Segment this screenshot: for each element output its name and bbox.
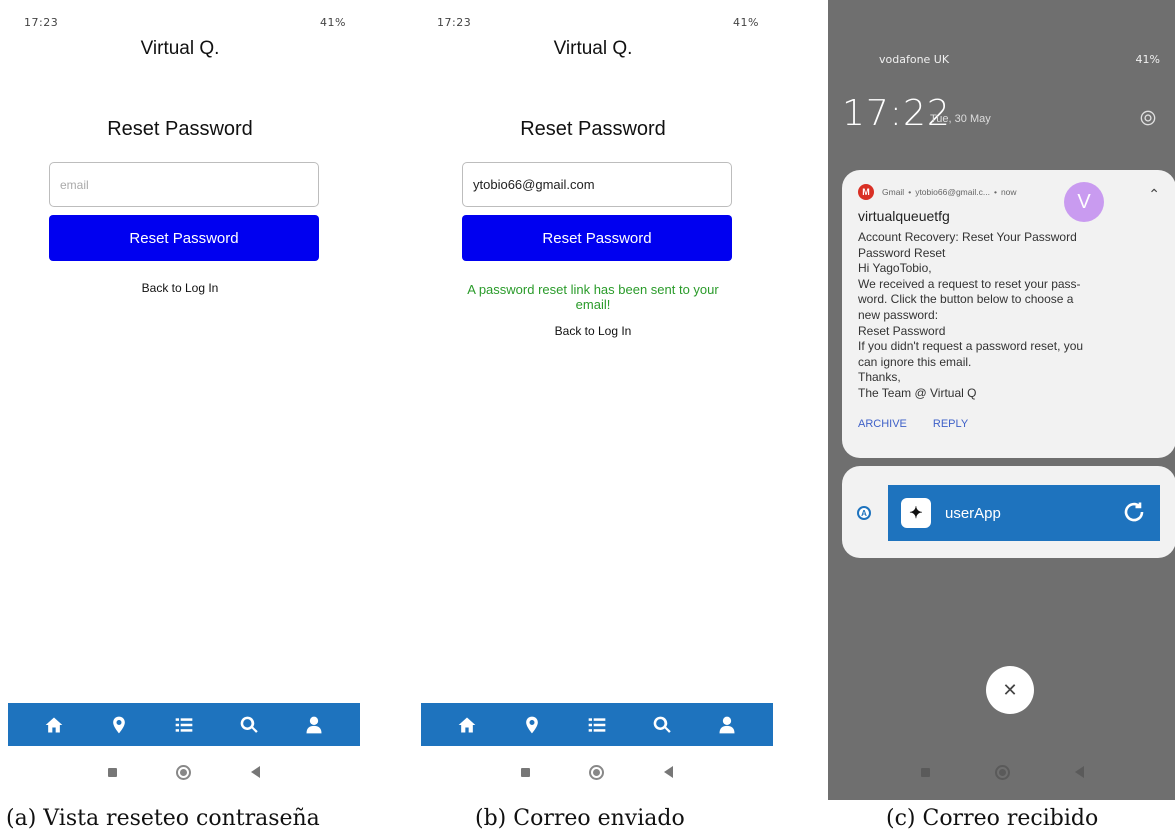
status-battery: 41% [733, 15, 759, 29]
notification-time: now [1000, 187, 1017, 197]
home-icon[interactable] [41, 712, 67, 738]
reset-password-button[interactable]: Reset Password [462, 215, 732, 261]
gmail-icon: M [858, 184, 874, 200]
user-icon[interactable] [301, 712, 327, 738]
bottom-navigation [8, 703, 360, 746]
caption-c: (c) Correo recibido [886, 806, 1099, 831]
status-bar: vodafone UK 41% [879, 53, 1160, 66]
settings-icon[interactable] [1138, 108, 1158, 128]
home-icon[interactable] [454, 712, 480, 738]
back-icon[interactable] [251, 766, 261, 778]
close-icon[interactable]: ✕ [986, 666, 1034, 714]
notification-account: ytobio66@gmail.c... [915, 187, 990, 197]
search-icon[interactable] [649, 712, 675, 738]
recents-icon[interactable] [520, 767, 530, 777]
page-title: Reset Password [520, 118, 666, 140]
notification-separator: • [993, 187, 997, 197]
list-icon[interactable] [584, 712, 610, 738]
recents-icon[interactable] [107, 767, 117, 777]
body-line: If you didn't request a password reset, … [858, 339, 1084, 354]
user-icon[interactable] [714, 712, 740, 738]
recents-icon[interactable] [920, 767, 930, 777]
system-navigation [8, 752, 360, 792]
user-app-icon: ✦ [901, 498, 931, 528]
status-time: 17:23 [437, 15, 472, 29]
email-field[interactable] [49, 162, 319, 207]
notification-actions: ARCHIVE REPLY [858, 418, 1160, 430]
map-marker-icon[interactable] [106, 712, 132, 738]
status-time: 17:23 [24, 15, 59, 29]
success-message: A password reset link has been sent to y… [467, 282, 719, 312]
body-line: The Team @ Virtual Q [858, 385, 977, 400]
lockscreen-notification: vodafone UK 41% 17:22 Tue, 30 May M Gmai… [828, 0, 1175, 800]
app-title: Virtual Q. [553, 38, 633, 59]
refresh-icon[interactable] [1122, 500, 1146, 524]
bottom-navigation [421, 703, 773, 746]
body-line: Hi YagoTobio, [858, 261, 932, 276]
carrier-name: vodafone UK [879, 53, 950, 66]
list-icon[interactable] [171, 712, 197, 738]
reset-password-sent-screen: 17:23 41% Virtual Q. Reset Password Rese… [413, 0, 773, 800]
reply-button[interactable]: REPLY [933, 418, 968, 430]
gmail-notification[interactable]: M Gmail • ytobio66@gmail.c... • now V ⌃ … [842, 170, 1175, 458]
notification-app: Gmail [882, 187, 905, 197]
back-to-login-link[interactable]: Back to Log In [413, 324, 773, 338]
app-name: userApp [945, 504, 1001, 522]
chevron-up-icon[interactable]: ⌃ [1148, 186, 1160, 203]
status-bar: 17:23 41% [24, 14, 346, 30]
app-badge-icon: A [857, 506, 871, 520]
app-title: Virtual Q. [140, 38, 220, 59]
search-icon[interactable] [236, 712, 262, 738]
body-line: Password Reset [858, 245, 946, 260]
notification-body: Account Recovery: Reset Your Password Pa… [858, 230, 1160, 402]
back-to-login-link[interactable]: Back to Log In [0, 281, 360, 295]
date-label: Tue, 30 May [930, 113, 991, 125]
notification-header: M Gmail • ytobio66@gmail.c... • now [858, 184, 1160, 200]
body-line: word. Click the button below to choose a [858, 292, 1074, 307]
app-notification[interactable]: A ✦ userApp [842, 466, 1175, 558]
back-icon[interactable] [664, 766, 674, 778]
body-line: can ignore this email. [858, 354, 972, 369]
reset-password-screen: 17:23 41% Virtual Q. Reset Password Rese… [0, 0, 360, 800]
map-marker-icon[interactable] [519, 712, 545, 738]
body-line: We received a request to reset your pass… [858, 276, 1081, 291]
status-bar: 17:23 41% [437, 14, 759, 30]
reset-password-button[interactable]: Reset Password [49, 215, 319, 261]
archive-button[interactable]: ARCHIVE [858, 418, 907, 430]
status-battery: 41% [1135, 53, 1160, 66]
home-button-icon[interactable] [176, 764, 192, 780]
notification-separator: • [908, 187, 912, 197]
app-banner[interactable]: ✦ userApp [888, 485, 1160, 541]
back-icon[interactable] [1074, 766, 1084, 778]
system-navigation [421, 752, 773, 792]
avatar: V [1064, 182, 1104, 222]
body-line: new password: [858, 307, 939, 322]
caption-b: (b) Correo enviado [475, 806, 685, 831]
home-button-icon[interactable] [589, 764, 605, 780]
body-line: Account Recovery: Reset Your Password [858, 230, 1077, 244]
system-navigation [828, 752, 1175, 792]
notification-sender: virtualqueuetfg [858, 208, 950, 224]
status-battery: 41% [320, 15, 346, 29]
body-line: Thanks, [858, 370, 901, 385]
body-line: Reset Password [858, 323, 946, 338]
page-title: Reset Password [107, 118, 253, 140]
home-button-icon[interactable] [994, 764, 1010, 780]
caption-a: (a) Vista reseteo contraseña [6, 806, 320, 831]
email-field[interactable] [462, 162, 732, 207]
